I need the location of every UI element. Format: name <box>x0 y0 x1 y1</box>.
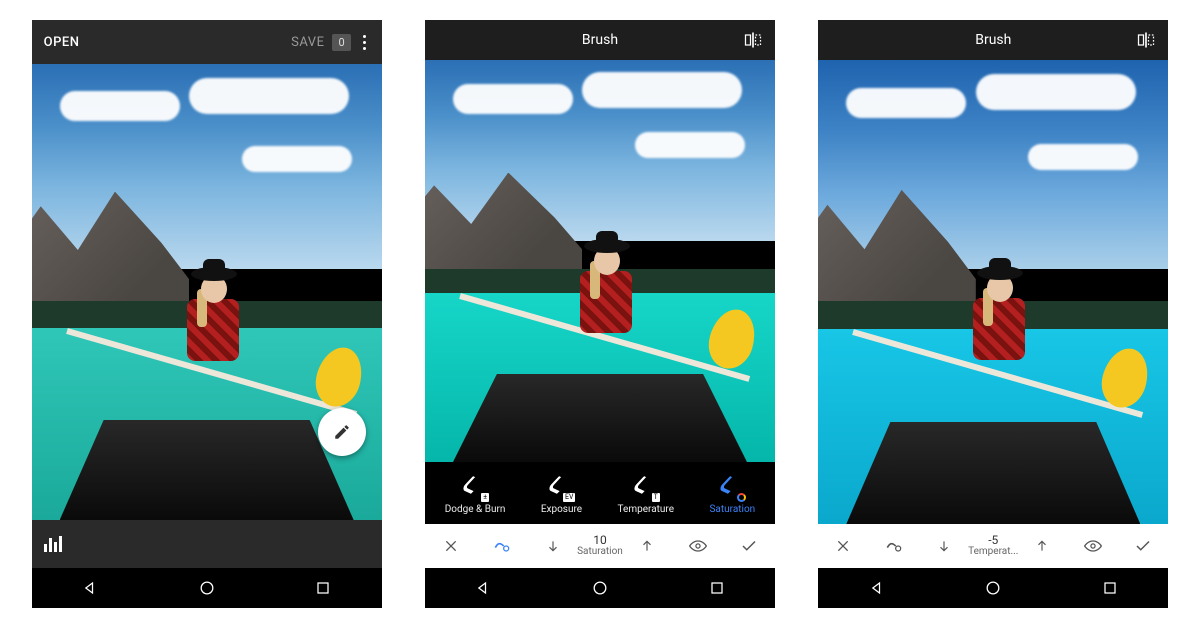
brush-header: Brush <box>425 20 775 60</box>
decrease-button[interactable] <box>539 532 567 560</box>
increase-button[interactable] <box>1028 532 1056 560</box>
mask-toggle-button[interactable] <box>1079 532 1107 560</box>
pencil-icon <box>333 423 351 441</box>
nav-back-icon[interactable] <box>473 578 493 598</box>
apply-button[interactable] <box>735 532 763 560</box>
edit-fab[interactable] <box>318 408 366 456</box>
nav-back-icon[interactable] <box>867 578 887 598</box>
brush-icon: T <box>634 476 658 500</box>
value-label: Temperat... <box>968 546 1018 558</box>
brush-icon: ± <box>463 476 487 500</box>
brush-settings-button[interactable] <box>488 532 516 560</box>
brush-action-row: 10 Saturation <box>425 524 775 568</box>
eye-icon <box>1083 536 1103 556</box>
brush-settings-icon <box>884 536 904 556</box>
tool-saturation[interactable]: Saturation <box>709 476 755 515</box>
nav-recent-icon[interactable] <box>313 578 333 598</box>
edits-count-badge[interactable]: 0 <box>332 34 350 51</box>
open-button[interactable]: OPEN <box>44 35 80 50</box>
image-canvas[interactable] <box>425 60 775 462</box>
tool-label: Temperature <box>618 504 675 515</box>
value-number: 10 <box>577 534 623 546</box>
save-button[interactable]: SAVE <box>291 35 324 50</box>
apply-button[interactable] <box>1129 532 1157 560</box>
tool-exposure[interactable]: EV Exposure <box>541 476 582 515</box>
compare-icon[interactable] <box>1136 30 1156 50</box>
value-label: Saturation <box>577 546 623 558</box>
value-number: -5 <box>968 534 1018 546</box>
header-title: Brush <box>582 32 618 48</box>
close-icon <box>835 538 851 554</box>
screen-brush-saturation: Brush ± Dodge & Burn EV Exposure T Tempe… <box>425 20 775 608</box>
image-canvas[interactable] <box>32 64 382 520</box>
brush-settings-icon <box>492 536 512 556</box>
increase-button[interactable] <box>633 532 661 560</box>
nav-back-icon[interactable] <box>80 578 100 598</box>
arrow-up-icon <box>1035 539 1049 553</box>
brush-action-row: -5 Temperat... <box>818 524 1168 568</box>
overflow-menu-icon[interactable] <box>359 31 370 54</box>
android-navbar <box>32 568 382 608</box>
android-navbar <box>818 568 1168 608</box>
brush-tool-row: ± Dodge & Burn EV Exposure T Temperature… <box>425 462 775 524</box>
brush-icon: EV <box>549 476 573 500</box>
check-icon <box>1134 537 1152 555</box>
screen-brush-temperature: Brush -5 Temperat... <box>818 20 1168 608</box>
tool-temperature[interactable]: T Temperature <box>618 476 675 515</box>
nav-home-icon[interactable] <box>197 578 217 598</box>
bottom-toolbar <box>32 520 382 568</box>
tool-label: Exposure <box>541 504 582 515</box>
mask-toggle-button[interactable] <box>684 532 712 560</box>
arrow-down-icon <box>937 539 951 553</box>
brush-icon <box>720 476 744 500</box>
arrow-down-icon <box>546 539 560 553</box>
check-icon <box>740 537 758 555</box>
arrow-up-icon <box>640 539 654 553</box>
value-adjuster: -5 Temperat... <box>930 532 1056 560</box>
header-title: Brush <box>975 32 1011 48</box>
brush-header: Brush <box>818 20 1168 60</box>
android-navbar <box>425 568 775 608</box>
brush-settings-button[interactable] <box>880 532 908 560</box>
nav-recent-icon[interactable] <box>1100 578 1120 598</box>
nav-recent-icon[interactable] <box>707 578 727 598</box>
close-icon <box>443 538 459 554</box>
tool-dodge-burn[interactable]: ± Dodge & Burn <box>445 476 506 515</box>
image-canvas[interactable] <box>818 60 1168 524</box>
tool-label: Saturation <box>709 504 755 515</box>
histogram-icon[interactable] <box>44 536 62 552</box>
value-adjuster: 10 Saturation <box>539 532 661 560</box>
eye-icon <box>688 536 708 556</box>
top-toolbar: OPEN SAVE 0 <box>32 20 382 64</box>
cancel-button[interactable] <box>829 532 857 560</box>
tool-label: Dodge & Burn <box>445 504 506 515</box>
screen-main: OPEN SAVE 0 <box>32 20 382 608</box>
nav-home-icon[interactable] <box>983 578 1003 598</box>
nav-home-icon[interactable] <box>590 578 610 598</box>
decrease-button[interactable] <box>930 532 958 560</box>
compare-icon[interactable] <box>743 30 763 50</box>
cancel-button[interactable] <box>437 532 465 560</box>
